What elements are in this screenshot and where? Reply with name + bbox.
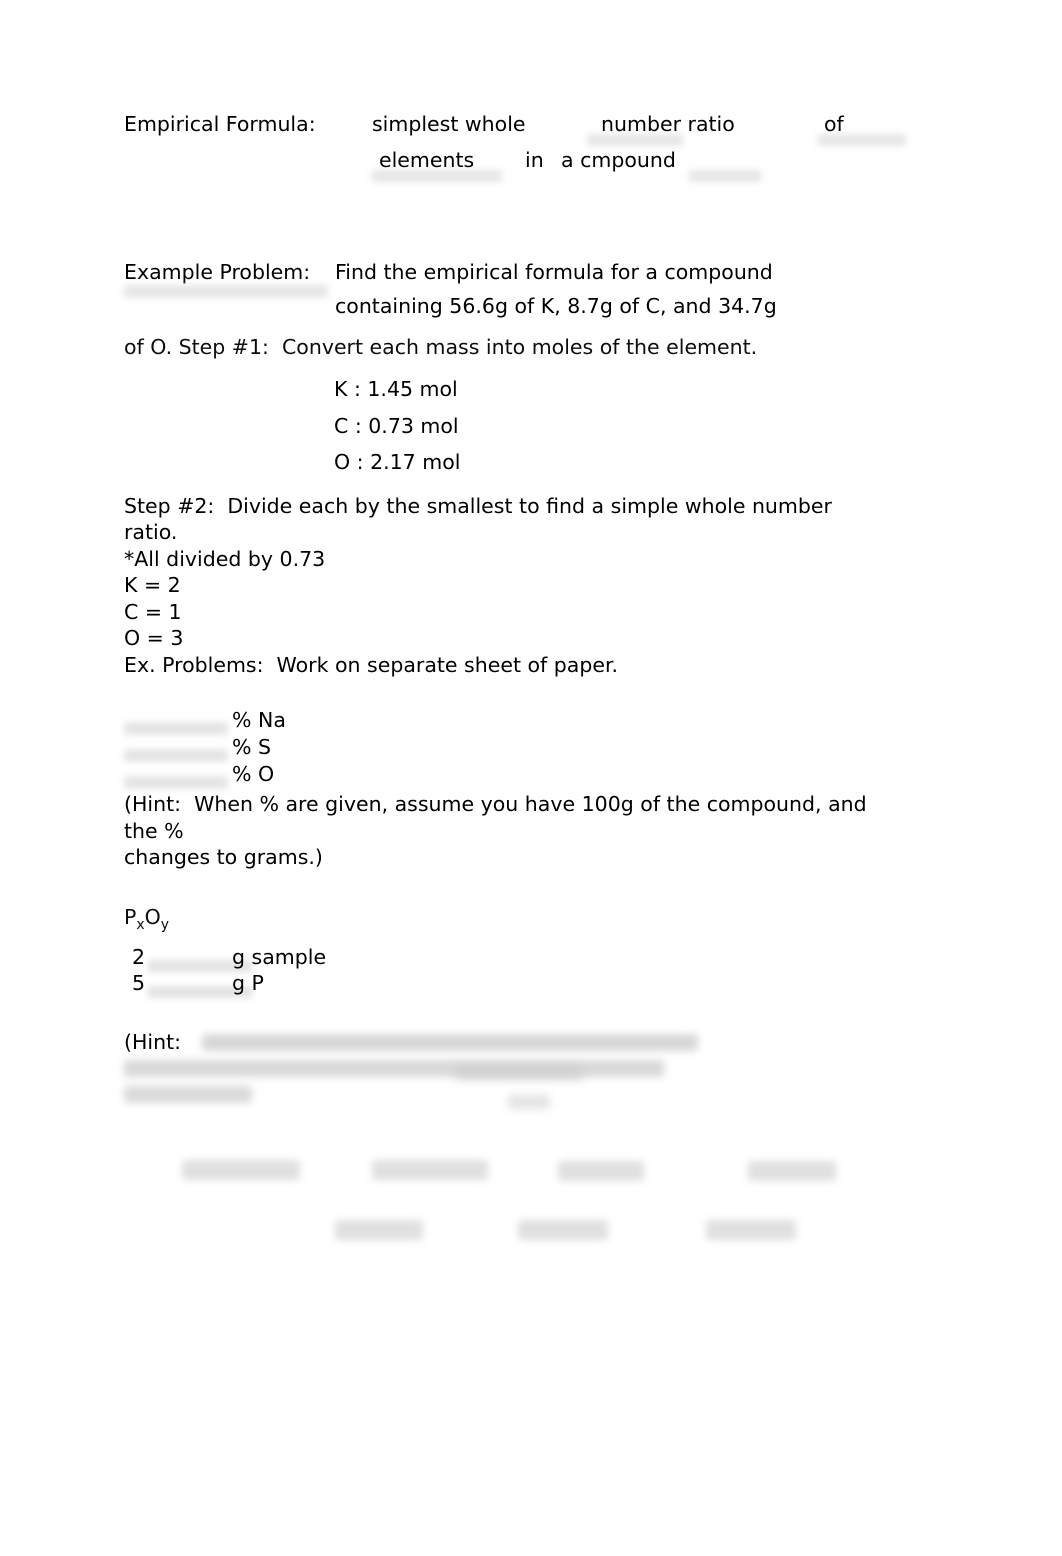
percent-label-s: % S [232, 735, 272, 759]
bottom-grid-item-5 [335, 1220, 423, 1240]
example-text-line-2: containing 56.6g of K, 8.7g of C, and 34… [335, 294, 777, 318]
document-page: Empirical Formula: simplest whole number… [0, 0, 1062, 1556]
mole-item-k: K : 1.45 mol [334, 377, 458, 401]
hint-1-line-1: (Hint: When % are given, assume you have… [124, 792, 867, 816]
bottom-grid-item-4 [748, 1161, 836, 1181]
pxoy-row-sample[interactable]: 2 g sample [124, 944, 924, 972]
mole-list: K : 1.45 mol C : 0.73 mol O : 2.17 mol [124, 371, 924, 481]
pxoy-subscript-1: x [136, 916, 145, 933]
definition-line-2: elements in a cmpound [124, 146, 924, 184]
pxoy-formula: PxOy [124, 904, 924, 939]
pxoy-value-p: 5 [132, 970, 146, 995]
hint-2-redaction-line-1 [202, 1033, 698, 1051]
definition-connector-of: of [824, 112, 844, 136]
hint-1-block: (Hint: When % are given, assume you have… [124, 791, 924, 871]
hint-1-line-3: changes to grams.) [124, 845, 323, 869]
example-text-line-1: Find the empirical formula for a compoun… [335, 260, 773, 284]
step2-result-c: C = 1 [124, 599, 182, 624]
percent-label-o: % O [232, 762, 275, 786]
percent-blank-o[interactable] [124, 776, 228, 789]
step2-line-1: Step #2: Divide each by the smallest to … [124, 493, 832, 518]
step2-line-2: ratio. [124, 520, 178, 544]
definition-fill-4: a cmpound [561, 148, 676, 172]
example-line-1: Example Problem: Find the empirical form… [124, 260, 924, 298]
document-body: Empirical Formula: simplest whole number… [124, 112, 924, 1116]
bottom-grid-title-redaction [455, 1065, 583, 1081]
step2-divisor-note: *All divided by 0.73 [124, 546, 326, 571]
bottom-grid-subtitle-redaction [508, 1095, 550, 1109]
example-text-line-3: of O. Step #1: Convert each mass into mo… [124, 335, 758, 359]
pxoy-value-sample: 2 [132, 944, 146, 969]
mole-item-o: O : 2.17 mol [334, 450, 461, 474]
mole-item-c: C : 0.73 mol [334, 413, 459, 438]
pxoy-unit-p: g P [232, 970, 264, 995]
pxoy-subscript-2: y [160, 916, 170, 933]
step2-block: Step #2: Divide each by the smallest to … [124, 493, 924, 679]
pxoy-row-p[interactable]: 5 g P [124, 970, 924, 998]
definition-fill-3: elements [379, 148, 475, 172]
definition-line-1: Empirical Formula: simplest whole number… [124, 112, 924, 146]
percent-row-s[interactable]: % S [124, 735, 924, 762]
bottom-grid-item-6 [518, 1220, 608, 1240]
definition-connector-in: in [525, 148, 544, 172]
practice-heading: Ex. Problems: Work on separate sheet of … [124, 652, 619, 677]
bottom-grid-item-7 [706, 1220, 796, 1240]
percent-blank-s[interactable] [124, 749, 228, 762]
step2-result-o: O = 3 [124, 626, 184, 650]
pxoy-element-1: P [124, 904, 137, 929]
definition-blank-4 [689, 170, 761, 182]
example-problem-block: Example Problem: Find the empirical form… [124, 260, 924, 361]
definition-fill-1: simplest whole [372, 112, 526, 136]
bottom-answer-grid [0, 1055, 1062, 1285]
definition-term: Empirical Formula: [124, 112, 316, 136]
example-label: Example Problem: [124, 260, 311, 284]
definition-fill-2: number ratio [601, 112, 735, 136]
percent-blank-na[interactable] [124, 722, 228, 735]
hint-1-line-2: the % [124, 818, 184, 843]
pxoy-block: PxOy 2 g sample 5 g P [124, 904, 924, 998]
percent-row-o[interactable]: % O [124, 762, 924, 789]
hint-2-label: (Hint: [124, 1029, 182, 1054]
bottom-grid-item-2 [372, 1160, 488, 1180]
percent-row-na[interactable]: % Na [124, 708, 924, 735]
pxoy-element-2: O [144, 904, 161, 929]
bottom-grid-item-3 [558, 1161, 644, 1181]
step2-result-k: K = 2 [124, 573, 181, 597]
bottom-grid-item-1 [182, 1160, 300, 1180]
example-line-2: containing 56.6g of K, 8.7g of C, and 34… [124, 292, 924, 324]
percent-label-na: % Na [232, 708, 286, 732]
pxoy-unit-sample: g sample [232, 944, 327, 969]
percent-rows: % Na % S % O [124, 708, 924, 789]
